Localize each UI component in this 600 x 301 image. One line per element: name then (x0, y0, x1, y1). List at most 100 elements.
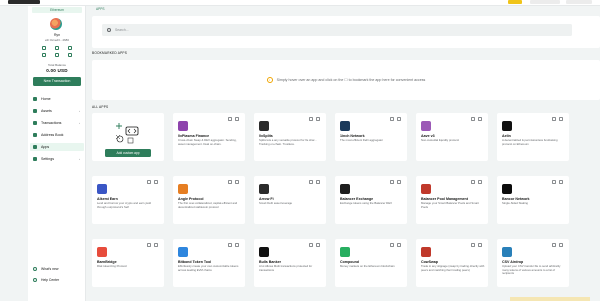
share-icon[interactable] (309, 243, 313, 247)
search-panel: Search... (92, 16, 600, 48)
bookmarked-apps-title[interactable]: BOOKMARKED APPS (92, 51, 127, 55)
app-card[interactable]: Bancor Network Single-Sided Staking (497, 176, 569, 224)
share-icon[interactable] (552, 243, 556, 247)
app-card[interactable]: Aave v3 Non-custodial liquidity protocol (416, 113, 488, 161)
app-card[interactable]: Angle Protocol The first over-collaterali… (173, 176, 245, 224)
sidebar-item-transactions[interactable]: Transactions › (30, 119, 84, 127)
app-logo-icon (340, 247, 350, 257)
app-card[interactable]: 0xPlasma Finance Cross-chain Swap & DEX a… (173, 113, 245, 161)
app-description: A decentralized & permissionless fundrai… (502, 138, 558, 146)
app-card[interactable]: BarnBridge Risk tokenizing Protocol (92, 239, 164, 287)
share-icon[interactable] (228, 117, 232, 121)
app-description: Risk tokenizing Protocol (97, 264, 127, 268)
app-description: Lend and borrow your crypto and earn yie… (97, 201, 151, 209)
safe-logo[interactable] (8, 0, 40, 4)
app-logo-icon (178, 247, 188, 257)
bookmark-icon[interactable] (154, 243, 158, 247)
sidebar-item-apps[interactable]: Apps (30, 143, 84, 151)
share-icon[interactable] (471, 243, 475, 247)
share-icon[interactable] (147, 243, 151, 247)
bookmark-icon[interactable] (397, 180, 401, 184)
share-icon[interactable] (390, 117, 394, 121)
share-icon[interactable] (147, 180, 151, 184)
app-card[interactable]: Bulls Banker A lot Allows Multi transacti… (254, 239, 326, 287)
network-selector[interactable] (508, 0, 522, 4)
bookmark-icon[interactable] (154, 180, 158, 184)
share-icon[interactable] (228, 243, 232, 247)
new-transaction-button[interactable]: New Transaction (33, 77, 81, 86)
bookmark-icon[interactable] (316, 117, 320, 121)
apps-page-tag: APPS (96, 7, 105, 11)
share-icon[interactable] (309, 180, 313, 184)
copy-icon[interactable] (55, 46, 59, 50)
qr-icon[interactable] (42, 53, 46, 57)
chain-badge: Ethereum (32, 7, 82, 13)
whats-new-link[interactable]: What's new (30, 265, 58, 273)
bookmark-icon[interactable] (478, 180, 482, 184)
share-icon[interactable] (390, 180, 394, 184)
total-balance-label: Total Balance (47, 63, 66, 67)
help-center-link[interactable]: Help Center (30, 276, 59, 284)
account-button[interactable] (530, 0, 560, 4)
app-card[interactable]: Aelin A decentralized & permissionless fu… (497, 113, 569, 161)
help-center-label: Help Center (41, 278, 60, 282)
sidebar-item-settings[interactable]: Settings › (30, 155, 84, 163)
total-balance-value: 0.00 USD (46, 68, 68, 73)
share-icon[interactable] (228, 180, 232, 184)
app-logo-icon (340, 121, 350, 131)
safe-name: Ryn (53, 33, 61, 37)
app-card[interactable]: Arrow Fi Smart DeFi asset leverage (254, 176, 326, 224)
bookmark-icon[interactable] (397, 117, 401, 121)
app-logo-icon (421, 247, 431, 257)
bookmark-icon[interactable] (559, 180, 563, 184)
safe-address[interactable]: eth:0x1ed3...4680 (32, 38, 82, 42)
whats-new-label: What's new (41, 267, 59, 271)
add-custom-app-button[interactable]: Add custom app (105, 149, 151, 157)
main-content: APPS Search... BOOKMARKED APPS i Simply … (90, 6, 600, 301)
app-logo-icon (421, 184, 431, 194)
share-icon[interactable] (309, 117, 313, 121)
app-card[interactable]: 0xSplits Splits lets a any versatile prot… (254, 113, 326, 161)
app-card[interactable]: 1inch Network The most efficient DeFi agg… (335, 113, 407, 161)
sidebar-item-home[interactable]: Home (30, 95, 84, 103)
share-icon[interactable] (390, 243, 394, 247)
explorer-icon[interactable] (68, 53, 72, 57)
app-card[interactable]: CSV Airdrop Upload your CSV transfer file… (497, 239, 569, 287)
app-logo-icon (340, 184, 350, 194)
copy-icon[interactable] (55, 53, 59, 57)
sidebar-item-label: Address Book (41, 133, 64, 137)
app-card[interactable]: Balancer Exchange Exchange tokens using t… (335, 176, 407, 224)
app-card[interactable]: Alkemi Earn Lend and borrow your crypto a… (92, 176, 164, 224)
app-card[interactable]: Bitbond Token Tool Effortlessly create yo… (173, 239, 245, 287)
safe-action-icons (42, 46, 72, 51)
sidebar-item-label: Home (41, 97, 51, 101)
bookmark-icon[interactable] (316, 180, 320, 184)
bookmark-icon[interactable] (478, 117, 482, 121)
app-card[interactable]: Compound Money markets on the Ethereum bl… (335, 239, 407, 287)
share-icon[interactable] (552, 180, 556, 184)
app-logo-icon (178, 121, 188, 131)
app-description: Trade in any slippage (swap by trading d… (421, 264, 485, 272)
sidebar-item-assets[interactable]: Assets › (30, 107, 84, 115)
bookmark-icon[interactable] (235, 117, 239, 121)
explorer-icon[interactable] (68, 46, 72, 50)
bookmark-icon[interactable] (235, 180, 239, 184)
qr-icon[interactable] (42, 46, 46, 50)
share-icon[interactable] (471, 117, 475, 121)
chevron-right-icon: › (79, 157, 80, 161)
bookmark-icon[interactable] (316, 243, 320, 247)
wallet-button[interactable] (566, 0, 592, 4)
bookmark-icon[interactable] (559, 117, 563, 121)
search-input[interactable]: Search... (102, 24, 572, 36)
bookmark-icon[interactable] (478, 243, 482, 247)
share-icon[interactable] (552, 117, 556, 121)
app-card[interactable]: CowSwap Trade in any slippage (swap by tr… (416, 239, 488, 287)
search-placeholder: Search... (115, 28, 129, 32)
share-icon[interactable] (471, 180, 475, 184)
app-card[interactable]: Balancer Pool Management Manage your Smar… (416, 176, 488, 224)
bookmark-icon[interactable] (397, 243, 401, 247)
bookmark-icon[interactable] (235, 243, 239, 247)
bookmark-icon[interactable] (559, 243, 563, 247)
sidebar-item-address-book[interactable]: Address Book (30, 131, 84, 139)
chevron-right-icon: › (79, 109, 80, 113)
